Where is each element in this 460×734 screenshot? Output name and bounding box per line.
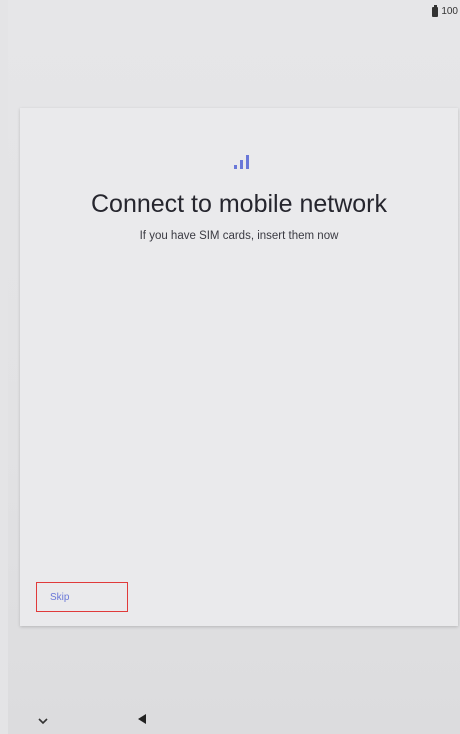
battery-indicator: 100 [432,4,458,17]
chevron-down-icon[interactable] [36,714,50,728]
signal-icon [234,155,249,169]
back-triangle-icon[interactable] [135,712,149,726]
screen: 100 Connect to mobile network If you hav… [8,0,460,734]
setup-card: Connect to mobile network If you have SI… [20,108,458,626]
page-title: Connect to mobile network [91,190,387,218]
skip-button[interactable]: Skip [36,582,128,612]
battery-percentage: 100 [441,6,458,17]
status-bar: 100 [8,0,460,24]
battery-icon [432,4,439,17]
navigation-bar [8,704,460,734]
page-subtitle: If you have SIM cards, insert them now [139,230,339,242]
